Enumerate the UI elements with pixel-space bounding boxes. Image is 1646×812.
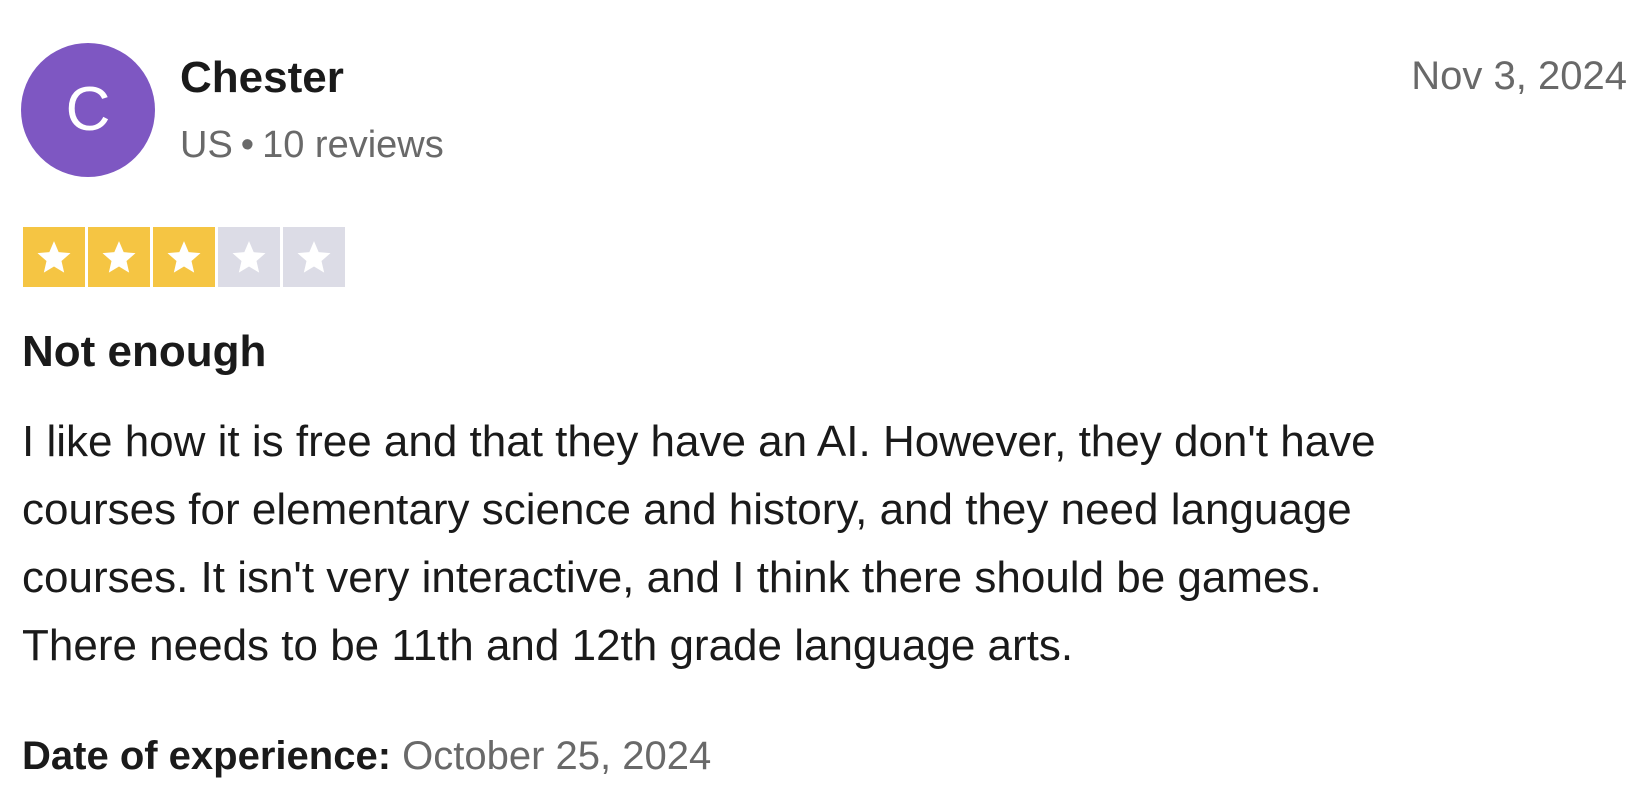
star-1-icon [23, 227, 85, 287]
star-rating [23, 227, 345, 287]
avatar[interactable]: C [21, 43, 155, 177]
star-4-icon [218, 227, 280, 287]
reviewer-meta: US • 10 reviews [180, 122, 444, 168]
review-body: I like how it is free and that they have… [22, 408, 1622, 680]
review-date: Nov 3, 2024 [1411, 54, 1627, 98]
review-body-line: There needs to be 11th and 12th grade la… [22, 621, 1074, 670]
experience-date: October 25, 2024 [402, 734, 712, 778]
star-2-icon [88, 227, 150, 287]
experience-label: Date of experience: [22, 734, 392, 778]
reviewer-review-count[interactable]: 10 reviews [262, 124, 444, 166]
meta-separator: • [240, 124, 255, 166]
review-body-line: I like how it is free and that they have… [22, 417, 1376, 466]
review-title[interactable]: Not enough [22, 326, 266, 378]
reviewer-name[interactable]: Chester [180, 52, 344, 104]
avatar-initial: C [65, 75, 111, 144]
date-of-experience: Date of experience: October 25, 2024 [22, 732, 711, 780]
review-body-line: courses. It isn't very interactive, and … [22, 553, 1322, 602]
star-5-icon [283, 227, 345, 287]
star-3-icon [153, 227, 215, 287]
review-card: C Chester US • 10 reviews Nov 3, 2024 Not … [0, 0, 1646, 812]
reviewer-country: US [180, 124, 233, 166]
review-body-line: courses for elementary science and histo… [22, 485, 1352, 534]
